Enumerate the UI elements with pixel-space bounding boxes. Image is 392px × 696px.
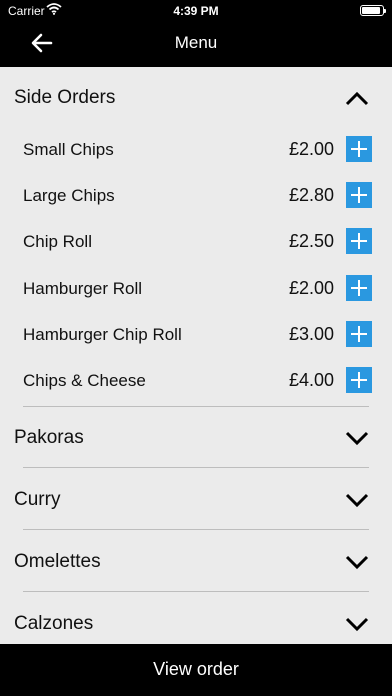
- category-side-orders[interactable]: Side Orders: [0, 67, 392, 129]
- category-pakoras[interactable]: Pakoras: [0, 407, 392, 469]
- view-order-button[interactable]: View order: [0, 644, 392, 696]
- divider: [23, 591, 369, 592]
- item-price: £2.50: [288, 231, 334, 251]
- item-price: £2.00: [288, 278, 334, 298]
- add-item-button[interactable]: [346, 182, 372, 208]
- item-price: £2.80: [288, 185, 334, 205]
- item-price: £4.00: [288, 370, 334, 390]
- chevron-down-icon: [345, 431, 369, 446]
- menu-list[interactable]: Side Orders Small Chips £2.00 Large Chip…: [0, 67, 392, 644]
- item-name: Chips & Cheese: [23, 371, 146, 390]
- add-item-button[interactable]: [346, 275, 372, 301]
- menu-item-small-chips: Small Chips £2.00: [0, 128, 392, 174]
- item-price: £2.00: [288, 139, 334, 159]
- item-price: £3.00: [288, 324, 334, 344]
- status-time: 4:39 PM: [173, 4, 219, 18]
- category-label: Side Orders: [14, 87, 116, 108]
- category-label: Omelettes: [14, 551, 101, 572]
- category-label: Pakoras: [14, 427, 84, 448]
- status-bar: Carrier 4:39 PM: [0, 0, 392, 22]
- view-order-label: View order: [153, 659, 239, 679]
- item-name: Chip Roll: [23, 232, 92, 251]
- category-curry[interactable]: Curry: [0, 469, 392, 531]
- menu-item-hamburger-roll: Hamburger Roll £2.00: [0, 267, 392, 313]
- divider: [23, 467, 369, 468]
- menu-item-hamburger-chip-roll: Hamburger Chip Roll £3.00: [0, 313, 392, 359]
- chevron-down-icon: [345, 493, 369, 508]
- item-name: Large Chips: [23, 186, 115, 205]
- menu-item-chip-roll: Chip Roll £2.50: [0, 220, 392, 266]
- add-item-button[interactable]: [346, 228, 372, 254]
- chevron-up-icon: [345, 91, 369, 106]
- add-item-button[interactable]: [346, 367, 372, 393]
- chevron-down-icon: [345, 555, 369, 570]
- category-omelettes[interactable]: Omelettes: [0, 531, 392, 593]
- top-bar: Carrier 4:39 PM Menu: [0, 0, 392, 67]
- item-name: Small Chips: [23, 140, 114, 159]
- add-item-button[interactable]: [346, 321, 372, 347]
- divider: [23, 529, 369, 530]
- add-item-button[interactable]: [346, 136, 372, 162]
- category-label: Calzones: [14, 613, 94, 634]
- page-title: Menu: [174, 33, 218, 52]
- battery-icon: [360, 5, 386, 16]
- item-name: Hamburger Roll: [23, 279, 143, 298]
- chevron-down-icon: [345, 617, 369, 632]
- item-name: Hamburger Chip Roll: [23, 325, 182, 344]
- menu-item-large-chips: Large Chips £2.80: [0, 174, 392, 220]
- category-calzones[interactable]: Calzones: [0, 593, 392, 644]
- category-label: Curry: [14, 489, 61, 510]
- menu-item-chips-and-cheese: Chips & Cheese £4.00: [0, 359, 392, 405]
